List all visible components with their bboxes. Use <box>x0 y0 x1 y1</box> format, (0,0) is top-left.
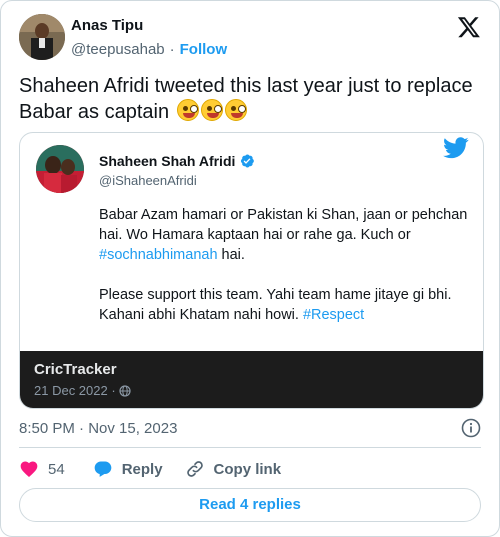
author-handle-row: @teepusahab · Follow <box>71 41 227 58</box>
follow-button[interactable]: Follow <box>180 41 228 58</box>
reply-label: Reply <box>121 460 163 478</box>
author-name[interactable]: Anas Tipu <box>71 17 143 34</box>
screenshot-avatar <box>36 145 84 193</box>
embedded-image[interactable]: Shaheen Shah Afridi @iShaheenAfridi Baba… <box>19 132 484 409</box>
zany-face-emoji-icon <box>224 99 247 121</box>
author-handle[interactable]: @teepusahab <box>71 41 165 58</box>
tweet-card: Anas Tipu @teepusahab · Follow Shaheen Afr… <box>0 0 500 537</box>
x-logo-icon[interactable] <box>457 15 481 39</box>
separator-dot: · <box>169 41 175 58</box>
hashtag-respect: #Respect <box>302 307 365 323</box>
tweet-text: Shaheen Afridi tweeted this last year ju… <box>19 73 489 128</box>
reply-button[interactable]: Reply <box>93 459 163 479</box>
source-date: 21 Dec 2022 · <box>34 383 116 398</box>
link-icon <box>186 461 203 477</box>
screenshot-paragraph-2-text: Please support this team. Yahi team hame… <box>99 287 452 323</box>
read-replies-button[interactable]: Read 4 replies <box>19 488 481 522</box>
screenshot-author-name: Shaheen Shah Afridi <box>99 153 255 169</box>
source-date-row: 21 Dec 2022 · <box>34 383 131 398</box>
screenshot-paragraph-1-end: hai. <box>217 247 245 263</box>
like-button[interactable]: 54 <box>19 459 65 479</box>
divider <box>19 447 481 448</box>
copy-link-label: Copy link <box>213 460 282 478</box>
source-name: CricTracker <box>34 361 117 378</box>
zany-face-emoji-icon <box>176 99 199 121</box>
screenshot-author-name-text: Shaheen Shah Afridi <box>99 153 236 169</box>
hashtag-sochnabhimanah: #sochnabhimanah <box>99 247 218 263</box>
info-icon[interactable] <box>461 418 481 438</box>
screenshot-paragraph-1: Babar Azam hamari or Pakistan ki Shan, j… <box>99 205 474 265</box>
like-count: 54 <box>48 460 65 478</box>
screenshot-author-handle: @iShaheenAfridi <box>99 173 197 188</box>
heart-icon <box>20 461 38 477</box>
screenshot-paragraph-1-text: Babar Azam hamari or Pakistan ki Shan, j… <box>99 207 468 243</box>
avatar[interactable] <box>19 14 65 60</box>
globe-icon <box>119 385 131 397</box>
verified-badge-icon <box>241 154 255 168</box>
copy-link-button[interactable]: Copy link <box>185 459 282 479</box>
tweet-timestamp[interactable]: 8:50 PM · Nov 15, 2023 <box>19 420 177 437</box>
zany-face-emoji-icon <box>200 99 223 121</box>
reply-bubble-icon <box>94 461 112 477</box>
twitter-bird-icon <box>443 137 469 159</box>
screenshot-source-bar: CricTracker 21 Dec 2022 · <box>20 351 483 408</box>
screenshot-tweet-body: Babar Azam hamari or Pakistan ki Shan, j… <box>99 205 474 345</box>
emoji-group <box>176 99 249 128</box>
action-bar: 54 Reply Copy link <box>19 458 303 480</box>
screenshot-paragraph-2: Please support this team. Yahi team hame… <box>99 285 474 325</box>
